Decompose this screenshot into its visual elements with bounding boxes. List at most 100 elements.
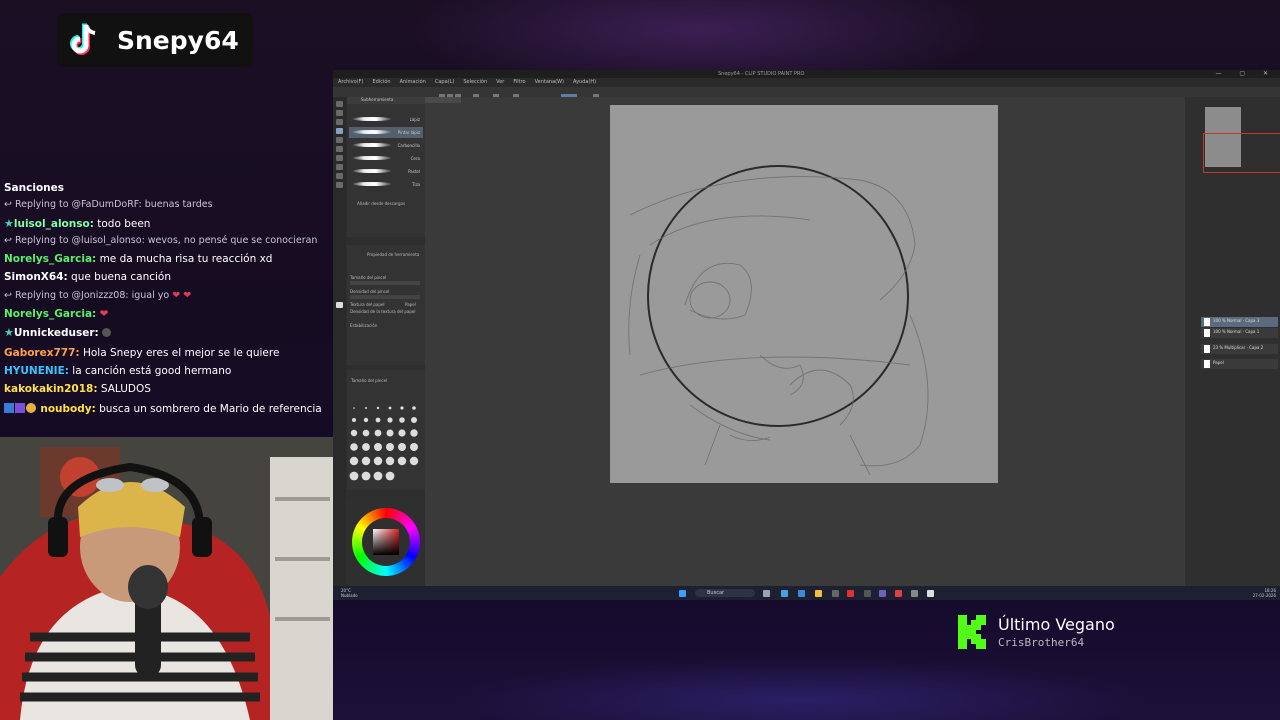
canvas-area (425, 97, 1185, 587)
color-wheel[interactable] (352, 508, 420, 576)
pencil-tool-icon[interactable] (336, 128, 343, 134)
folder-icon[interactable] (815, 590, 822, 597)
kick-logo-icon (958, 615, 986, 649)
menu-filtro[interactable]: Filtro (513, 78, 525, 87)
menu-edicion[interactable]: Edición (372, 78, 390, 87)
heart-emote-icon: ❤ (99, 308, 109, 320)
chat-reply: ↩ Replying to @FaDumDoRF: buenas tardes (4, 199, 213, 210)
layer-item[interactable]: 100 % Normal · Capa 1 (1201, 328, 1278, 338)
app-icon[interactable] (895, 590, 902, 597)
eraser-tool-icon[interactable] (336, 146, 343, 152)
tool-palette (333, 97, 346, 587)
color-wheel-panel (347, 500, 425, 587)
zoom-tool-icon[interactable] (336, 110, 343, 116)
add-from-downloads-button[interactable]: Añadir desde descargas (357, 201, 405, 206)
emote-icon (102, 328, 112, 337)
menu-ver[interactable]: Ver (496, 78, 504, 87)
app-icon[interactable] (879, 590, 886, 597)
chat-message: Norelys_Garcia: me da mucha risa tu reac… (4, 253, 273, 265)
star-badge-icon: ★ (4, 326, 14, 339)
menu-capa[interactable]: Capa(L) (435, 78, 454, 87)
menu-archivo[interactable]: Archivo(F) (338, 78, 363, 87)
layer-item[interactable]: Papel (1201, 359, 1278, 369)
chat-message: kakokakin2018: SALUDOS (4, 383, 151, 395)
paper-texture-label: Textura del papel (350, 302, 385, 307)
chat-message: SimonX64: que buena canción (4, 271, 171, 283)
main-color-swatch[interactable] (336, 302, 343, 308)
taskview-icon[interactable] (763, 590, 770, 597)
command-bar (333, 87, 1280, 100)
window-titlebar: Snepy64 - CLIP STUDIO PAINT PRO — ▢ ✕ (333, 70, 1280, 78)
saturation-value-square[interactable] (373, 529, 399, 555)
brush-size-title: Tamaño del pincel (351, 378, 388, 383)
subtool-panel: Subherramienta Lápiz Pintar lápiz Carbon… (347, 97, 425, 237)
select-tool-icon[interactable] (336, 119, 343, 125)
app-icon[interactable] (864, 590, 871, 597)
menu-animacion[interactable]: Animación (400, 78, 426, 87)
window-controls[interactable]: — ▢ ✕ (1215, 70, 1276, 77)
channel-name: Snepy64 (117, 25, 239, 55)
gradient-tool-icon[interactable] (336, 164, 343, 170)
app-icon[interactable] (911, 590, 918, 597)
menu-seleccion[interactable]: Selección (463, 78, 487, 87)
tool-property-panel: Propiedad de herramienta Tamaño del pinc… (347, 245, 425, 365)
brush-preset[interactable]: Tiza (349, 179, 423, 190)
sub-badge-icon (4, 403, 14, 413)
brush-preset[interactable]: Pintar lápiz (349, 127, 423, 138)
clip-studio-icon[interactable] (927, 590, 934, 597)
brush-preset[interactable]: Carboncillo (349, 140, 423, 151)
taskbar-search[interactable]: Buscar (695, 589, 755, 597)
chat-message: noubody: busca un sombrero de Mario de r… (4, 402, 326, 417)
paper-texture-value[interactable]: Papel (405, 302, 416, 307)
crown-badge-icon (15, 403, 25, 413)
star-badge-icon: ★ (4, 217, 14, 230)
song-artist: CrisBrother64 (998, 636, 1085, 649)
app-icon[interactable] (847, 590, 854, 597)
figure-tool-icon[interactable] (336, 173, 343, 179)
subtool-tab[interactable]: Subherramienta (347, 97, 425, 104)
move-tool-icon[interactable] (336, 101, 343, 107)
start-icon[interactable] (679, 590, 686, 597)
chat-overlay: Sanciones ↩ Replying to @FaDumDoRF: buen… (0, 180, 330, 436)
app-icon[interactable] (832, 590, 839, 597)
weather-widget[interactable]: 20°C Nublado (341, 588, 358, 598)
streamer-image (0, 437, 333, 720)
window-title: Snepy64 - CLIP STUDIO PAINT PRO (718, 71, 805, 77)
drawing-canvas[interactable] (610, 105, 998, 483)
fill-tool-icon[interactable] (336, 155, 343, 161)
chat-reply: ↩ Replying to @luisol_alonso: wevos, no … (4, 235, 318, 246)
sketch-drawing (628, 165, 929, 476)
brush-density-slider[interactable] (350, 295, 420, 299)
stabilization-label: Estabilización (350, 323, 378, 328)
brush-density-label: Densidad del pincel (350, 289, 390, 294)
chat-message: Norelys_Garcia: ❤ (4, 308, 109, 320)
right-panel: 100 % Normal · Capa 3 100 % Normal · Cap… (1185, 97, 1280, 587)
text-tool-icon[interactable] (336, 182, 343, 188)
brush-preset[interactable]: Lápiz (349, 114, 423, 125)
edge-icon[interactable] (798, 590, 805, 597)
browser-icon[interactable] (781, 590, 788, 597)
brush-tool-icon[interactable] (336, 137, 343, 143)
clip-studio-window: Snepy64 - CLIP STUDIO PAINT PRO — ▢ ✕ Ar… (333, 70, 1280, 600)
song-title: Último Vegano (998, 615, 1115, 634)
brush-size-grid[interactable] (347, 370, 425, 490)
chat-message: HYUNENIE: la canción está good hermano (4, 365, 232, 377)
layer-item[interactable]: 23 % Multiplicar · Capa 2 (1201, 344, 1278, 354)
tool-property-title: Propiedad de herramienta (367, 252, 420, 257)
chat-message: Gaborex777: Hola Snepy eres el mejor se … (4, 347, 280, 359)
brush-size-slider[interactable] (350, 281, 420, 285)
brush-preset[interactable]: Pastel (349, 166, 423, 177)
navigator-view-frame (1203, 133, 1280, 173)
texture-density-label: Densidad de la textura del papel (350, 309, 416, 314)
brush-size-palette: Tamaño del pincel (347, 370, 425, 490)
heart-emote-icon: ❤ ❤ (172, 290, 192, 301)
chat-reply: ↩ Replying to @Jonizzz08: igual yo ❤ ❤ (4, 290, 192, 301)
reply-arrow-icon: ↩ (4, 290, 15, 301)
brush-preset[interactable]: Cera (349, 153, 423, 164)
taskbar-clock[interactable]: 18:26 27-02-2026 (1253, 588, 1276, 598)
menu-ventana[interactable]: Ventana(W) (535, 78, 564, 87)
layer-item[interactable]: 100 % Normal · Capa 3 (1201, 317, 1278, 327)
chat-message: Sanciones (4, 182, 65, 194)
menu-ayuda[interactable]: Ayuda(H) (573, 78, 596, 87)
canvas-tab[interactable] (425, 97, 461, 103)
